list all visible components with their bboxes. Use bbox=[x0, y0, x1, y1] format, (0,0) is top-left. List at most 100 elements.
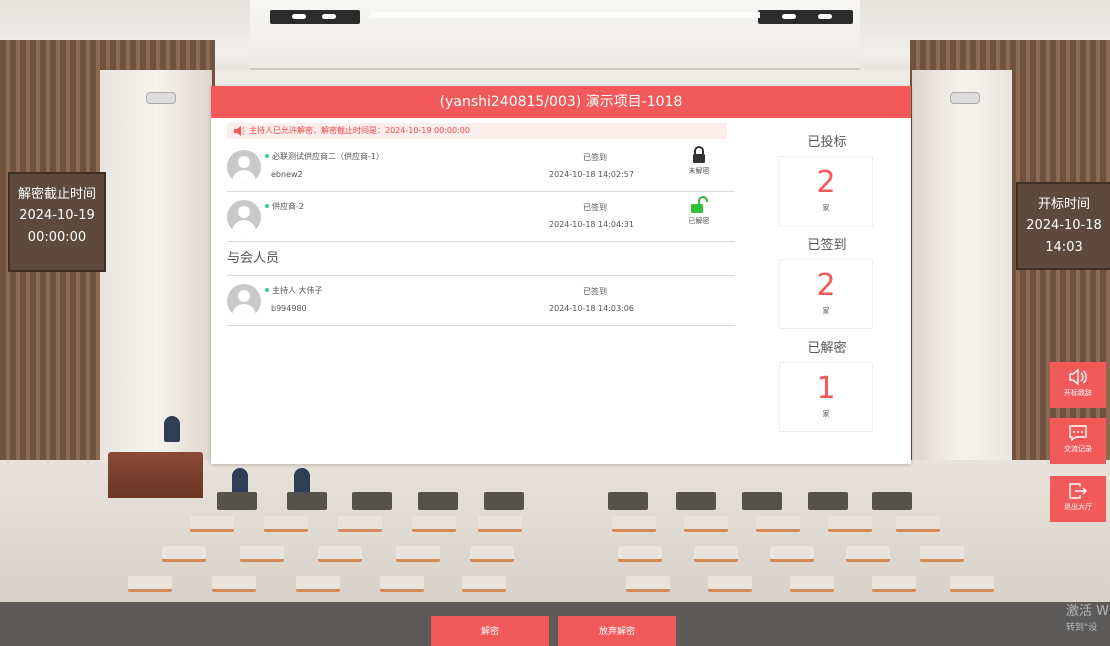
decrypt-deadline-board: 解密截止时间 2024-10-19 00:00:00 bbox=[8, 172, 106, 272]
stat-unit: 家 bbox=[822, 410, 830, 418]
decrypt-deadline-title: 解密截止时间 bbox=[17, 187, 96, 202]
online-dot-icon bbox=[265, 154, 269, 158]
chair bbox=[380, 576, 424, 592]
sign-in-status: 已签到 bbox=[583, 153, 607, 162]
stat-unit: 家 bbox=[822, 204, 830, 212]
stat-label-decrypted: 已解密 bbox=[807, 341, 847, 356]
list-item: 主持人 大伟子 b994980 已签到 2024-10-18 14:03:06 bbox=[227, 276, 735, 326]
chair bbox=[694, 546, 738, 562]
chair bbox=[756, 516, 800, 532]
chair bbox=[128, 576, 172, 592]
chair bbox=[608, 492, 648, 510]
attendees-section-title: 与会人员 bbox=[227, 242, 735, 276]
chair bbox=[396, 546, 440, 562]
chair bbox=[676, 492, 716, 510]
camera-icon bbox=[146, 92, 176, 104]
decrypt-deadline-date: 2024-10-19 bbox=[19, 208, 95, 223]
stat-value-bid: 2 bbox=[816, 165, 836, 200]
opening-speech-button[interactable]: 开标致辞 bbox=[1050, 362, 1106, 408]
ceiling-light bbox=[292, 14, 306, 19]
decrypt-button[interactable]: 解密 bbox=[431, 616, 549, 646]
chair bbox=[478, 516, 522, 532]
attendee-figure bbox=[294, 468, 310, 494]
ceiling-light-bar bbox=[270, 10, 360, 24]
sign-in-time: 2024-10-18 14:03:06 bbox=[549, 304, 634, 313]
attendee-name: 主持人 大伟子 bbox=[265, 285, 323, 296]
chair bbox=[872, 492, 912, 510]
exit-hall-label: 退出大厅 bbox=[1064, 503, 1092, 511]
ceiling-strip bbox=[370, 12, 760, 18]
decrypt-deadline-time: 00:00:00 bbox=[27, 230, 87, 245]
ceiling-light bbox=[322, 14, 336, 19]
stat-box-signed: 2 家 bbox=[779, 259, 873, 329]
decrypt-status-label: 已解密 bbox=[688, 217, 710, 225]
wall-right-panel bbox=[912, 70, 1012, 490]
podium bbox=[108, 452, 203, 498]
bid-opening-panel: (yanshi240815/003) 演示项目-1018 主持人已允许解密，解密… bbox=[211, 86, 911, 464]
avatar bbox=[227, 284, 261, 318]
sign-in-time: 2024-10-18 14:02:57 bbox=[549, 170, 634, 179]
chair bbox=[470, 546, 514, 562]
decrypt-notice-text: 主持人已允许解密，解密截止时间是：2024-10-19 00:00:00 bbox=[249, 126, 470, 135]
decrypt-notice: 主持人已允许解密，解密截止时间是：2024-10-19 00:00:00 bbox=[227, 123, 727, 139]
abandon-decrypt-button[interactable]: 放弃解密 bbox=[558, 616, 676, 646]
chat-records-label: 交流记录 bbox=[1064, 445, 1092, 453]
online-dot-icon bbox=[265, 204, 269, 208]
lock-icon bbox=[693, 146, 705, 163]
chair bbox=[190, 516, 234, 532]
chair bbox=[162, 546, 206, 562]
bid-open-time-title: 开标时间 bbox=[1037, 197, 1090, 212]
host-figure bbox=[164, 416, 180, 442]
activation-watermark: 激活 W bbox=[1066, 604, 1109, 619]
decrypt-status: 已解密 bbox=[677, 196, 721, 226]
bid-open-time-board: 开标时间 2024-10-18 14:03 bbox=[1016, 182, 1110, 270]
exit-icon bbox=[1069, 483, 1087, 499]
stat-box-decrypted: 1 家 bbox=[779, 362, 873, 432]
online-dot-icon bbox=[265, 288, 269, 292]
stat-value-decrypted: 1 bbox=[816, 371, 836, 406]
exit-hall-button[interactable]: 退出大厅 bbox=[1050, 476, 1106, 522]
bid-open-date: 2024-10-18 bbox=[1026, 218, 1102, 233]
attendee-figure bbox=[232, 468, 248, 494]
chat-records-button[interactable]: 交流记录 bbox=[1050, 418, 1106, 464]
chair bbox=[770, 546, 814, 562]
ceiling-light bbox=[782, 14, 796, 19]
chat-icon bbox=[1069, 425, 1087, 442]
chair bbox=[338, 516, 382, 532]
sign-in-status: 已签到 bbox=[583, 203, 607, 212]
list-item: 供应商-2 已签到 2024-10-18 14:04:31 已解密 bbox=[227, 192, 735, 242]
bottom-bar bbox=[0, 602, 1110, 646]
project-title: (yanshi240815/003) 演示项目-1018 bbox=[211, 86, 911, 118]
chair bbox=[287, 492, 327, 510]
attendee-user: b994980 bbox=[271, 304, 307, 313]
stat-label-bid: 已投标 bbox=[807, 135, 847, 150]
chair bbox=[240, 546, 284, 562]
stat-label-signed: 已签到 bbox=[807, 238, 847, 253]
chair bbox=[950, 576, 994, 592]
bidder-user: ebnew2 bbox=[271, 170, 303, 179]
camera-icon bbox=[950, 92, 980, 104]
chair bbox=[612, 516, 656, 532]
chair bbox=[920, 546, 964, 562]
wall-left-panel bbox=[100, 70, 212, 490]
speaker-icon bbox=[234, 126, 245, 136]
stat-box-bid: 2 家 bbox=[779, 156, 873, 226]
chair bbox=[626, 576, 670, 592]
chair bbox=[217, 492, 257, 510]
list-item: 必联测试供应商二（供应商-1） ebnew2 已签到 2024-10-18 14… bbox=[227, 142, 735, 192]
chair bbox=[708, 576, 752, 592]
chair bbox=[212, 576, 256, 592]
chair bbox=[896, 516, 940, 532]
sign-in-time: 2024-10-18 14:04:31 bbox=[549, 220, 634, 229]
chair bbox=[462, 576, 506, 592]
unlock-icon bbox=[691, 196, 708, 213]
chair bbox=[318, 546, 362, 562]
chair bbox=[418, 492, 458, 510]
decrypt-status-label: 未解密 bbox=[688, 167, 710, 175]
sign-in-status: 已签到 bbox=[583, 287, 607, 296]
opening-speech-label: 开标致辞 bbox=[1064, 389, 1092, 397]
avatar bbox=[227, 150, 261, 184]
avatar bbox=[227, 200, 261, 234]
activation-watermark-sub: 转到"设 bbox=[1066, 623, 1098, 633]
decrypt-status: 未解密 bbox=[677, 146, 721, 176]
